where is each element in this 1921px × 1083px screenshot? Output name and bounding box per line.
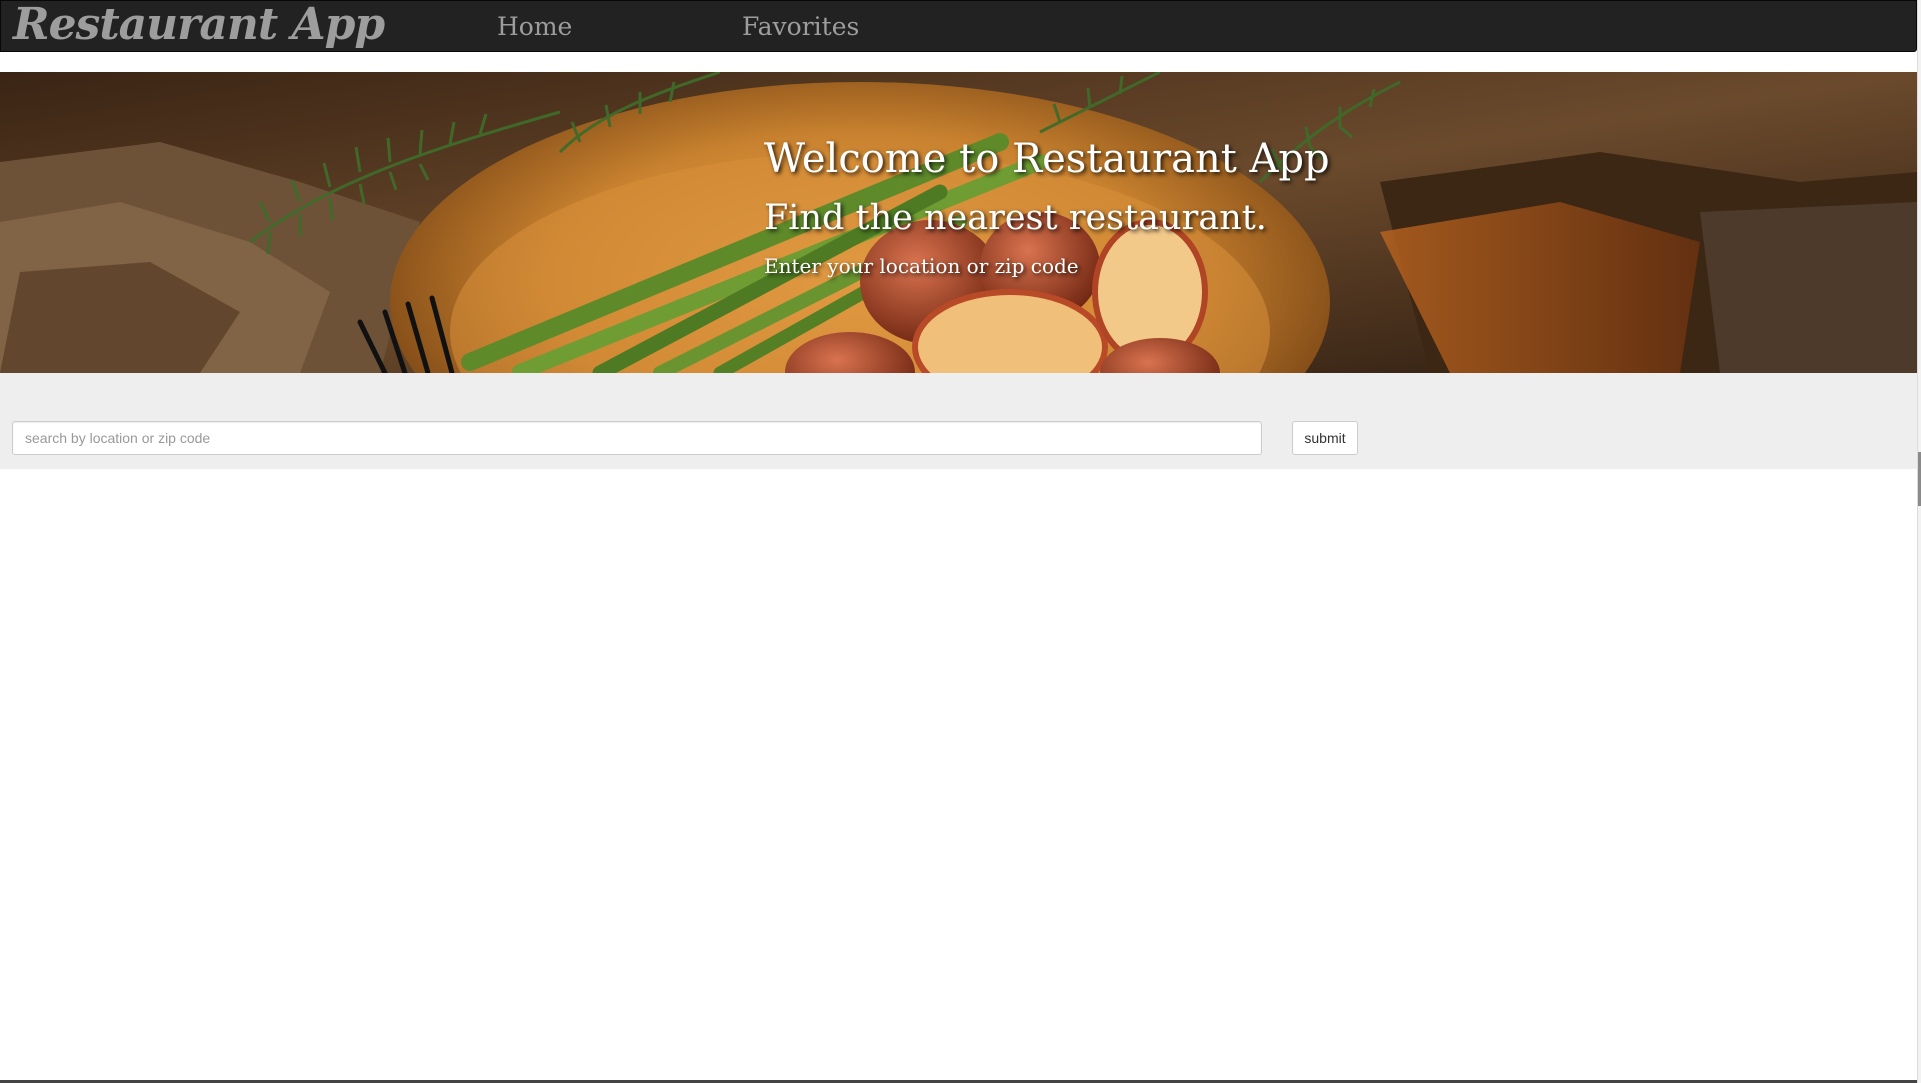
scrollbar[interactable] <box>1917 0 1921 1083</box>
hero-title: Welcome to Restaurant App <box>764 136 1330 182</box>
hero-subtitle: Find the nearest restaurant. <box>764 198 1267 238</box>
navbar: Restaurant App Home Favorites <box>0 0 1917 52</box>
hero-hint: Enter your location or zip code <box>764 254 1079 278</box>
submit-button[interactable]: submit <box>1292 421 1358 455</box>
search-input[interactable] <box>12 421 1262 455</box>
hero-banner: Welcome to Restaurant App Find the neare… <box>0 72 1917 373</box>
search-band: submit <box>0 373 1921 469</box>
nav-link-favorites[interactable]: Favorites <box>742 1 859 53</box>
page: Restaurant App Home Favorites Welcome to… <box>0 0 1921 1083</box>
brand-logo[interactable]: Restaurant App <box>13 0 385 51</box>
nav-link-home[interactable]: Home <box>497 1 572 53</box>
